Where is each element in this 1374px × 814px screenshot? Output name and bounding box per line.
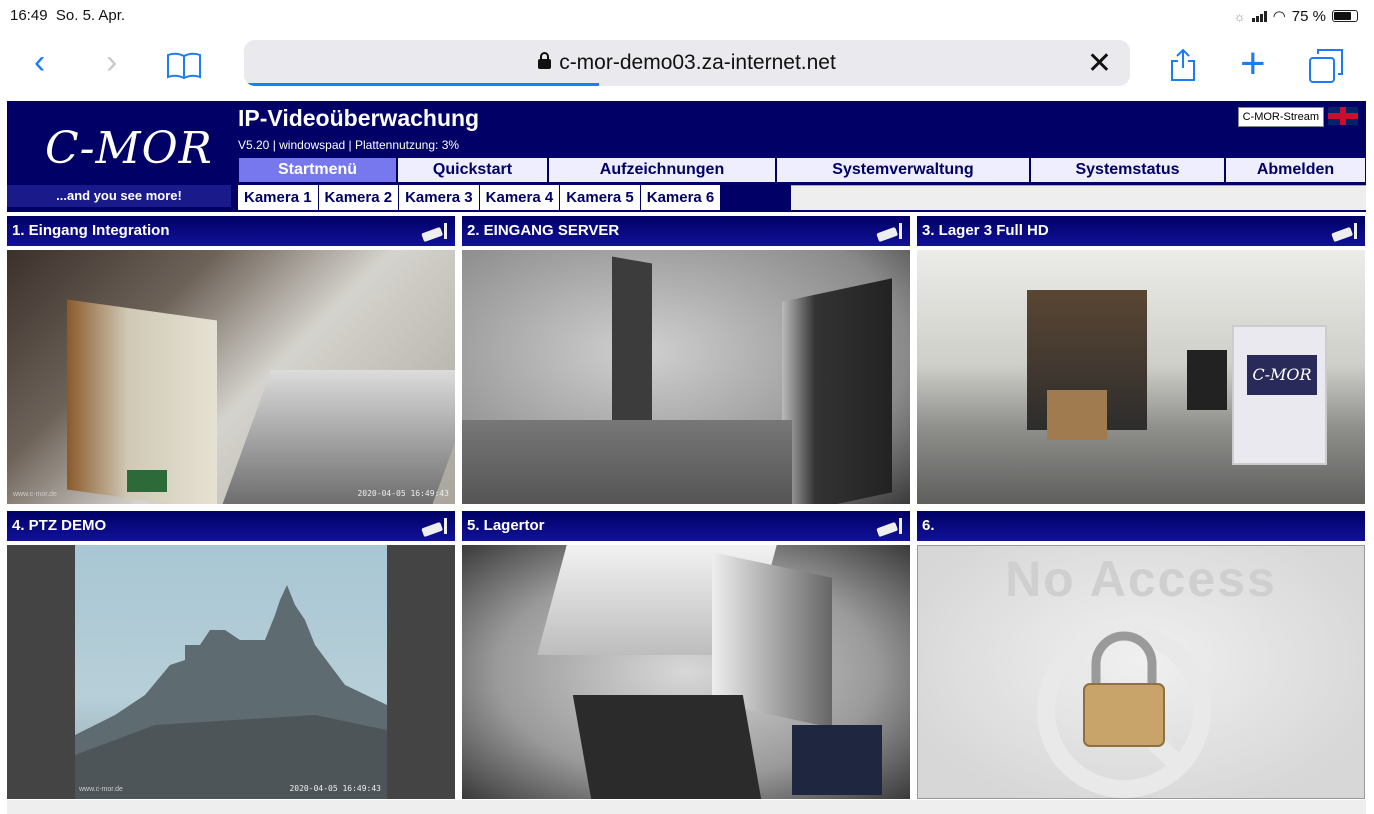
menu-abmelden[interactable]: Abmelden bbox=[1225, 158, 1366, 182]
share-icon[interactable] bbox=[1170, 48, 1196, 91]
camera-tab-6[interactable]: Kamera 6 bbox=[640, 185, 722, 210]
no-access-icon bbox=[1037, 624, 1211, 798]
page-footer-strip bbox=[7, 800, 1366, 814]
clear-url-icon[interactable]: ✕ bbox=[1087, 46, 1112, 81]
camera-icon bbox=[421, 518, 447, 537]
camera-feed-1[interactable]: www.c-mor.de 2020-04-05 16:49:43 bbox=[7, 250, 455, 504]
camera-tab-4[interactable]: Kamera 4 bbox=[479, 185, 561, 210]
camera-tab-3[interactable]: Kamera 3 bbox=[399, 185, 480, 210]
no-access-feed[interactable]: No Access bbox=[917, 545, 1365, 799]
version-info: V5.20 | windowspad | Plattennutzung: 3% bbox=[238, 138, 460, 152]
battery-icon bbox=[1332, 10, 1358, 22]
load-progress bbox=[244, 83, 599, 86]
back-icon[interactable]: ‹ bbox=[34, 42, 45, 82]
camera-tile-header: 6. bbox=[917, 511, 1365, 541]
menu-aufzeichnungen[interactable]: Aufzeichnungen bbox=[548, 158, 776, 182]
menu-startmenu[interactable]: Startmenü bbox=[238, 158, 397, 182]
camera-icon bbox=[876, 518, 902, 537]
status-bar: 16:49 So. 5. Apr. ☼ ◠ 75 % bbox=[0, 0, 1374, 32]
camera-icon bbox=[1331, 223, 1357, 242]
address-bar[interactable]: c-mor-demo03.za-internet.net ✕ bbox=[244, 40, 1130, 86]
signal-icon bbox=[1251, 10, 1267, 22]
camera-tab-5[interactable]: Kamera 5 bbox=[560, 185, 641, 210]
camera-tile-4[interactable]: 4. PTZ DEMO www.c-mor.de 2020-04-05 16:4… bbox=[7, 511, 455, 799]
camera-icon bbox=[876, 223, 902, 242]
camera-tab-2[interactable]: Kamera 2 bbox=[318, 185, 400, 210]
main-menu: Startmenü Quickstart Aufzeichnungen Syst… bbox=[238, 158, 1366, 182]
camera-tile-1[interactable]: 1. Eingang Integration www.c-mor.de 2020… bbox=[7, 216, 455, 504]
battery-percent: 75 % bbox=[1291, 7, 1326, 25]
bookmarks-icon[interactable] bbox=[166, 48, 202, 88]
menu-systemstatus[interactable]: Systemstatus bbox=[1030, 158, 1225, 182]
cmor-header: C-MOR ...and you see more! IP-Videoüberw… bbox=[7, 101, 1366, 212]
camera-tile-6[interactable]: 6. No Access bbox=[917, 511, 1365, 799]
menu-systemverwaltung[interactable]: Systemverwaltung bbox=[776, 158, 1030, 182]
camera-feed-2[interactable] bbox=[462, 250, 910, 504]
lock-icon bbox=[538, 51, 552, 75]
camera-tile-header: 4. PTZ DEMO bbox=[7, 511, 455, 541]
tabs-icon[interactable] bbox=[1308, 48, 1344, 93]
camera-tile-3[interactable]: 3. Lager 3 Full HD C-MOR bbox=[917, 216, 1365, 504]
status-right: ☼ ◠ 75 % bbox=[1234, 7, 1358, 25]
url-text: c-mor-demo03.za-internet.net bbox=[559, 51, 836, 74]
cmor-stream-button[interactable]: C-MOR-Stream bbox=[1237, 107, 1324, 127]
camera-tab-1[interactable]: Kamera 1 bbox=[238, 185, 319, 210]
camera-menu-filler bbox=[791, 185, 1366, 210]
new-tab-icon[interactable]: + bbox=[1240, 42, 1266, 86]
camera-tile-header: 3. Lager 3 Full HD bbox=[917, 216, 1365, 246]
browser-toolbar: ‹ › c-mor-demo03.za-internet.net ✕ + bbox=[0, 32, 1374, 94]
camera-tile-header: 2. EINGANG SERVER bbox=[462, 216, 910, 246]
menu-quickstart[interactable]: Quickstart bbox=[397, 158, 548, 182]
camera-menu: Kamera 1 Kamera 2 Kamera 3 Kamera 4 Kame… bbox=[238, 185, 722, 210]
camera-feed-4[interactable]: www.c-mor.de 2020-04-05 16:49:43 bbox=[7, 545, 455, 799]
slogan: ...and you see more! bbox=[7, 185, 231, 207]
camera-feed-3[interactable]: C-MOR bbox=[917, 250, 1365, 504]
camera-tile-5[interactable]: 5. Lagertor bbox=[462, 511, 910, 799]
status-time: 16:49 So. 5. Apr. bbox=[10, 7, 126, 24]
forward-icon[interactable]: › bbox=[106, 42, 117, 82]
camera-feed-5[interactable] bbox=[462, 545, 910, 799]
camera-icon bbox=[421, 223, 447, 242]
wifi-icon: ◠ bbox=[1272, 8, 1286, 25]
orientation-lock-icon: ☼ bbox=[1233, 8, 1246, 24]
page-title: IP-Videoüberwachung bbox=[238, 105, 480, 131]
camera-tile-header: 5. Lagertor bbox=[462, 511, 910, 541]
uk-flag-icon[interactable] bbox=[1328, 107, 1358, 125]
cmor-logo[interactable]: C-MOR ...and you see more! bbox=[7, 101, 231, 209]
camera-tile-2[interactable]: 2. EINGANG SERVER bbox=[462, 216, 910, 504]
camera-tile-header: 1. Eingang Integration bbox=[7, 216, 455, 246]
